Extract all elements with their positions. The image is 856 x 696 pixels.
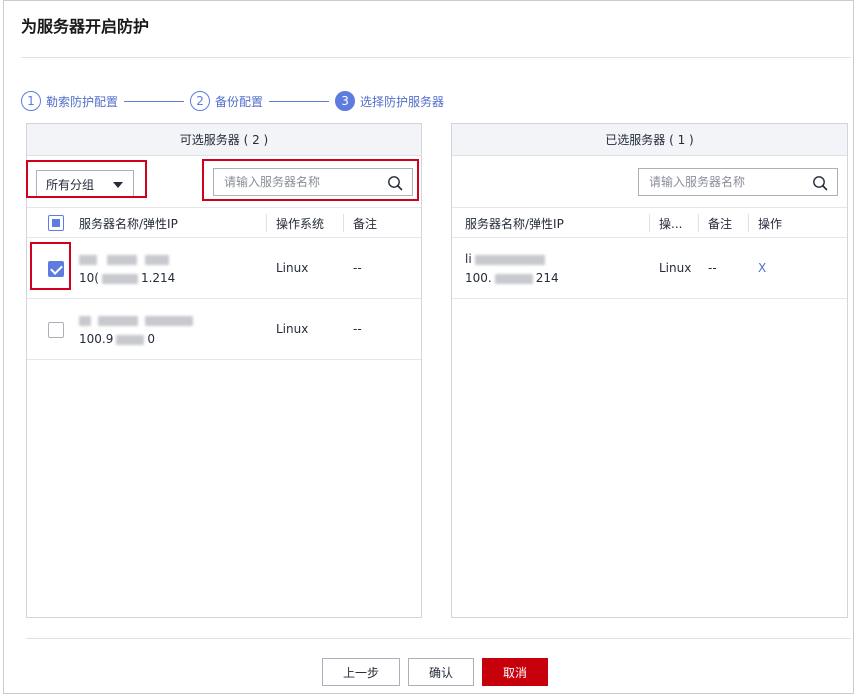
col-name-ip: 服务器名称/弹性IP bbox=[79, 216, 178, 231]
col-separator bbox=[266, 214, 267, 232]
selected-search-box bbox=[638, 168, 838, 196]
server-ip-start: 10( bbox=[79, 271, 99, 285]
search-icon[interactable] bbox=[812, 175, 828, 191]
server-ip: 100. 214 bbox=[465, 271, 559, 285]
cancel-button[interactable]: 取消 bbox=[482, 658, 548, 686]
col-remark: 备注 bbox=[708, 216, 733, 231]
step-3[interactable]: 3 选择防护服务器 bbox=[335, 91, 444, 111]
group-select[interactable]: 所有分组 bbox=[36, 170, 134, 198]
masked-ip-part bbox=[101, 273, 138, 284]
masked-ip-part bbox=[494, 273, 533, 284]
server-os: Linux bbox=[659, 261, 692, 275]
col-action: 操作 bbox=[758, 216, 783, 231]
server-name: li bbox=[465, 252, 545, 266]
step-1-number: 1 bbox=[21, 91, 41, 111]
col-separator bbox=[698, 214, 699, 232]
dialog-title: 为服务器开启防护 bbox=[21, 17, 150, 36]
available-toolbar: 所有分组 bbox=[27, 156, 421, 208]
confirm-button[interactable]: 确认 bbox=[408, 658, 474, 686]
col-separator bbox=[343, 214, 344, 232]
step-1-label: 勒索防护配置 bbox=[46, 94, 119, 109]
col-separator bbox=[649, 214, 650, 232]
title-divider bbox=[21, 57, 851, 58]
selected-toolbar bbox=[452, 156, 847, 208]
server-os: Linux bbox=[276, 322, 309, 336]
prev-step-button[interactable]: 上一步 bbox=[322, 658, 400, 686]
selected-table-header: 服务器名称/弹性IP 操... 备注 操作 bbox=[452, 208, 847, 238]
chevron-down-icon bbox=[113, 182, 123, 188]
step-connector bbox=[124, 100, 185, 102]
available-servers-panel: 可选服务器 ( 2 ) 所有分组 服务器名称/弹性IP 操作系统 备注 bbox=[26, 123, 422, 618]
server-ip: 100.9 0 bbox=[79, 332, 155, 346]
server-ip-end: 1.214 bbox=[140, 271, 176, 285]
col-os: 操作系统 bbox=[276, 216, 325, 231]
masked-name-part bbox=[144, 254, 169, 265]
step-connector bbox=[269, 100, 330, 102]
available-search-input[interactable] bbox=[224, 175, 379, 189]
masked-name-part bbox=[144, 315, 193, 326]
available-servers-title: 可选服务器 ( 2 ) bbox=[27, 124, 421, 156]
col-name-ip: 服务器名称/弹性IP bbox=[465, 216, 564, 231]
step-3-label: 选择防护服务器 bbox=[360, 94, 445, 109]
row-checkbox[interactable] bbox=[48, 322, 64, 338]
select-all-checkbox[interactable] bbox=[48, 215, 64, 231]
server-ip-end: 214 bbox=[535, 271, 559, 285]
masked-name-part bbox=[79, 254, 97, 265]
selected-servers-panel: 已选服务器 ( 1 ) 服务器名称/弹性IP 操... 备注 操作 li bbox=[451, 123, 848, 618]
server-remark: -- bbox=[353, 261, 362, 275]
table-row[interactable]: 100.9 0 Linux -- bbox=[27, 299, 421, 360]
stepper: 1 勒索防护配置 2 备份配置 3 选择防护服务器 bbox=[21, 91, 444, 111]
masked-name-part bbox=[106, 254, 137, 265]
row-checkbox[interactable] bbox=[48, 261, 64, 277]
table-row: li 100. 214 Linux -- X bbox=[452, 238, 847, 299]
col-os: 操... bbox=[659, 216, 683, 231]
server-ip-end: 0 bbox=[147, 332, 155, 346]
step-1[interactable]: 1 勒索防护配置 bbox=[21, 91, 118, 111]
masked-name-part bbox=[79, 315, 91, 326]
available-table-header: 服务器名称/弹性IP 操作系统 备注 bbox=[27, 208, 421, 238]
col-remark: 备注 bbox=[353, 216, 378, 231]
server-ip-start: 100.9 bbox=[79, 332, 114, 346]
remove-server-button[interactable]: X bbox=[758, 261, 766, 275]
server-os: Linux bbox=[276, 261, 309, 275]
available-search-box bbox=[213, 168, 413, 196]
step-2-number: 2 bbox=[190, 91, 211, 111]
masked-ip-part bbox=[116, 334, 145, 345]
footer-divider bbox=[26, 638, 851, 639]
protect-server-dialog: 为服务器开启防护 1 勒索防护配置 2 备份配置 3 选择防护服务器 可选服务器… bbox=[3, 0, 854, 694]
server-remark: -- bbox=[353, 322, 362, 336]
table-row[interactable]: 10( 1.214 Linux -- bbox=[27, 238, 421, 299]
server-name bbox=[79, 252, 169, 266]
server-name bbox=[79, 313, 193, 327]
selected-search-input[interactable] bbox=[649, 175, 804, 189]
step-3-number: 3 bbox=[335, 91, 356, 111]
col-separator bbox=[748, 214, 749, 232]
server-remark: -- bbox=[708, 261, 717, 275]
selected-servers-title: 已选服务器 ( 1 ) bbox=[452, 124, 847, 156]
server-ip: 10( 1.214 bbox=[79, 271, 175, 285]
server-ip-start: 100. bbox=[465, 271, 492, 285]
server-name-start: li bbox=[465, 252, 472, 266]
masked-name-part bbox=[474, 254, 545, 265]
search-icon[interactable] bbox=[387, 175, 403, 191]
step-2-label: 备份配置 bbox=[215, 94, 264, 109]
group-select-value: 所有分组 bbox=[46, 177, 95, 192]
step-2[interactable]: 2 备份配置 bbox=[190, 91, 263, 111]
masked-name-part bbox=[97, 315, 138, 326]
